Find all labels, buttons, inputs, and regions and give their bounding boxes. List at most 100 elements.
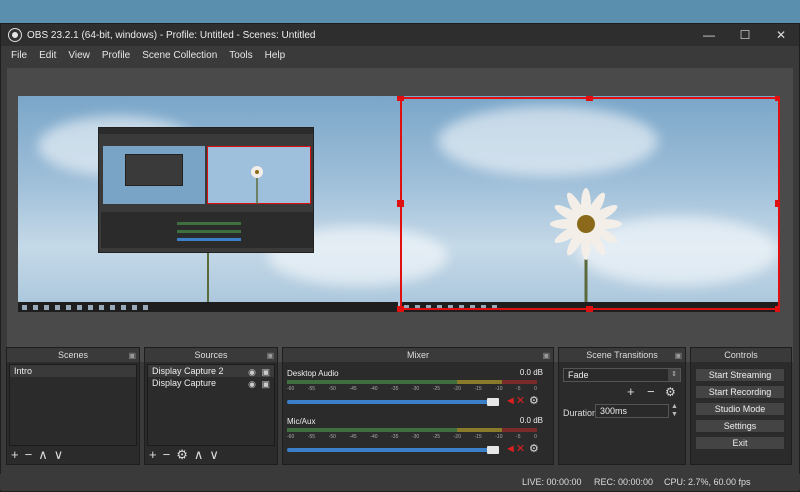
settings-button[interactable]: Settings bbox=[695, 419, 785, 433]
obs-logo-icon bbox=[9, 29, 21, 41]
menu-view[interactable]: View bbox=[68, 50, 90, 61]
undock-icon[interactable]: ▣ bbox=[674, 349, 682, 363]
mute-speaker-icon[interactable]: ◄✕ bbox=[505, 442, 525, 455]
minimize-button[interactable]: — bbox=[691, 24, 727, 46]
scene-transitions-dock: Scene Transitions ▣ Fade ⇕ + − ⚙ Duratio… bbox=[558, 347, 686, 465]
menu-bar: File Edit View Profile Scene Collection … bbox=[1, 46, 799, 64]
gear-icon[interactable]: ⚙ bbox=[176, 448, 188, 462]
add-icon[interactable]: + bbox=[149, 448, 157, 462]
scenes-list: Intro bbox=[9, 364, 137, 446]
start-streaming-button[interactable]: Start Streaming bbox=[695, 368, 785, 382]
sources-header: Sources ▣ bbox=[145, 348, 277, 362]
sources-dock: Sources ▣ Display Capture 2 ◉ ▣ Display … bbox=[144, 347, 278, 465]
resize-handle[interactable] bbox=[397, 96, 404, 101]
studio-mode-button[interactable]: Studio Mode bbox=[695, 402, 785, 416]
gear-icon[interactable]: ⚙ bbox=[529, 394, 539, 407]
move-up-icon[interactable]: ∧ bbox=[194, 448, 204, 462]
start-recording-button[interactable]: Start Recording bbox=[695, 385, 785, 399]
volume-slider[interactable] bbox=[287, 400, 493, 404]
undock-icon[interactable]: ▣ bbox=[542, 349, 550, 363]
remove-icon[interactable]: − bbox=[25, 448, 33, 462]
volume-meter bbox=[287, 380, 537, 384]
meter-ticks: -60 -55 -50 -45 -40 -35 -30 -25 -20 -15 -10 -5 0 bbox=[287, 434, 537, 440]
resize-handle[interactable] bbox=[775, 306, 780, 312]
mixer-dock: Mixer ▣ Desktop Audio 0.0 dB -60 -55 -50 -4… bbox=[282, 347, 554, 465]
duration-label: Duration bbox=[563, 408, 598, 418]
controls-title: Controls bbox=[724, 350, 758, 360]
undock-icon[interactable]: ▣ bbox=[128, 349, 136, 363]
scenes-toolbar: + − ∧ ∨ bbox=[11, 448, 63, 462]
gear-icon[interactable]: ⚙ bbox=[529, 442, 539, 455]
menu-file[interactable]: File bbox=[11, 50, 27, 61]
status-bar: LIVE: 00:00:00 REC: 00:00:00 CPU: 2.7%, … bbox=[0, 474, 800, 490]
exit-button[interactable]: Exit bbox=[695, 436, 785, 450]
title-bar: OBS 23.2.1 (64-bit, windows) - Profile: … bbox=[1, 24, 799, 46]
chevron-updown-icon: ⇕ bbox=[668, 369, 680, 381]
channel-db: 0.0 dB bbox=[519, 416, 543, 425]
scenes-title: Scenes bbox=[57, 350, 89, 360]
maximize-button[interactable]: ☐ bbox=[727, 24, 763, 46]
mixer-title: Mixer bbox=[407, 350, 429, 360]
resize-handle[interactable] bbox=[586, 306, 593, 312]
window-title: OBS 23.2.1 (64-bit, windows) - Profile: … bbox=[27, 29, 316, 41]
resize-handle[interactable] bbox=[397, 306, 404, 312]
menu-profile[interactable]: Profile bbox=[102, 50, 130, 61]
mixer-channel-mic: Mic/Aux 0.0 dB -60 -55 -50 -45 -40 -35 -30 -25-… bbox=[287, 416, 547, 460]
channel-name: Desktop Audio bbox=[287, 369, 339, 378]
duration-input[interactable]: 300ms bbox=[595, 404, 669, 418]
add-icon[interactable]: + bbox=[11, 448, 19, 462]
transition-select[interactable]: Fade ⇕ bbox=[563, 368, 681, 382]
mixer-channel-desktop: Desktop Audio 0.0 dB -60 -55 -50 -45 -40 -35-… bbox=[287, 368, 547, 412]
gear-icon[interactable]: ⚙ bbox=[665, 385, 676, 399]
source-label: Display Capture bbox=[152, 378, 217, 388]
undock-icon[interactable]: ▣ bbox=[266, 349, 274, 363]
preview-canvas[interactable] bbox=[18, 96, 780, 312]
lock-icon[interactable]: ▣ bbox=[261, 378, 270, 390]
volume-slider-knob[interactable] bbox=[487, 446, 499, 454]
scenes-header: Scenes ▣ bbox=[7, 348, 139, 362]
transitions-title: Scene Transitions bbox=[586, 350, 658, 360]
move-down-icon[interactable]: ∨ bbox=[209, 448, 219, 462]
controls-header: Controls bbox=[691, 348, 791, 362]
live-timer: LIVE: 00:00:00 bbox=[522, 477, 582, 487]
volume-slider[interactable] bbox=[287, 448, 493, 452]
cpu-fps: CPU: 2.7%, 60.00 fps bbox=[664, 477, 751, 487]
rec-timer: REC: 00:00:00 bbox=[594, 477, 654, 487]
sources-title: Sources bbox=[194, 350, 228, 360]
menu-edit[interactable]: Edit bbox=[39, 50, 56, 61]
visibility-eye-icon[interactable]: ◉ bbox=[248, 378, 256, 390]
remove-icon[interactable]: − bbox=[163, 448, 171, 462]
scenes-dock: Scenes ▣ Intro + − ∧ ∨ bbox=[6, 347, 140, 465]
nested-obs-capture bbox=[98, 127, 314, 253]
source-selection-box[interactable] bbox=[400, 97, 780, 310]
resize-handle[interactable] bbox=[397, 200, 404, 207]
volume-meter bbox=[287, 428, 537, 432]
resize-handle[interactable] bbox=[586, 96, 593, 101]
source-label: Display Capture 2 bbox=[152, 366, 224, 376]
source-item[interactable]: Display Capture ◉ ▣ bbox=[148, 377, 274, 389]
sources-list: Display Capture 2 ◉ ▣ Display Capture ◉ … bbox=[147, 364, 275, 446]
sources-toolbar: + − ⚙ ∧ ∨ bbox=[149, 448, 219, 462]
channel-db: 0.0 dB bbox=[519, 368, 543, 377]
add-icon[interactable]: + bbox=[627, 384, 635, 399]
duration-spinner-icon[interactable]: ▲ ▼ bbox=[671, 403, 678, 419]
mixer-header: Mixer ▣ bbox=[283, 348, 553, 362]
close-button[interactable]: ✕ bbox=[763, 24, 799, 46]
menu-tools[interactable]: Tools bbox=[229, 50, 252, 61]
transitions-header: Scene Transitions ▣ bbox=[559, 348, 685, 362]
taskbar-left bbox=[18, 302, 398, 312]
mute-speaker-icon[interactable]: ◄✕ bbox=[505, 394, 525, 407]
resize-handle[interactable] bbox=[775, 96, 780, 101]
remove-icon[interactable]: − bbox=[647, 384, 655, 399]
transition-selected-value: Fade bbox=[568, 370, 589, 380]
resize-handle[interactable] bbox=[775, 200, 780, 207]
meter-ticks: -60 -55 -50 -45 -40 -35 -30 -25 -20 -15 -10 -5 0 bbox=[287, 386, 537, 392]
scene-item[interactable]: Intro bbox=[10, 365, 136, 377]
channel-name: Mic/Aux bbox=[287, 417, 316, 426]
menu-help[interactable]: Help bbox=[265, 50, 286, 61]
source-item[interactable]: Display Capture 2 ◉ ▣ bbox=[148, 365, 274, 377]
move-up-icon[interactable]: ∧ bbox=[38, 448, 48, 462]
volume-slider-knob[interactable] bbox=[487, 398, 499, 406]
move-down-icon[interactable]: ∨ bbox=[54, 448, 64, 462]
menu-scene-collection[interactable]: Scene Collection bbox=[142, 50, 217, 61]
